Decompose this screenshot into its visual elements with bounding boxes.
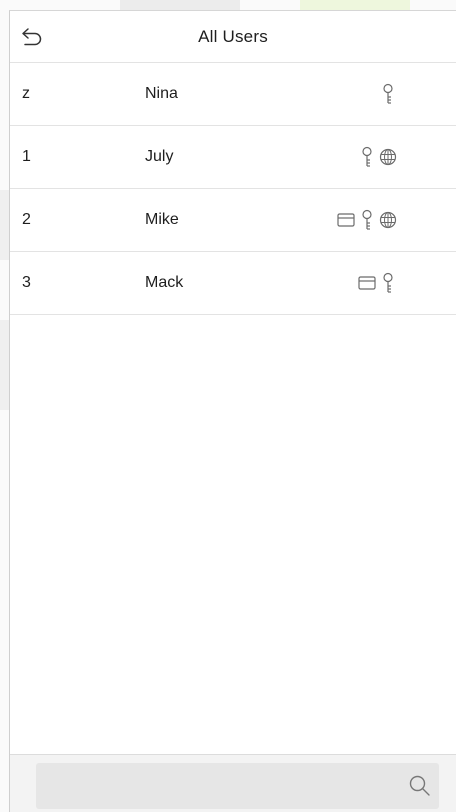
user-id: 2: [22, 211, 31, 228]
user-id: z: [22, 85, 30, 102]
user-row[interactable]: 3 Mack: [10, 252, 456, 315]
search-input[interactable]: [48, 763, 392, 811]
user-id: 1: [22, 148, 31, 165]
user-row[interactable]: z Nina: [10, 63, 456, 126]
user-name: Nina: [145, 85, 178, 102]
user-list: z Nina 1 July 2 Mike 3 Mack: [10, 63, 456, 315]
user-name: Mack: [145, 274, 184, 291]
password-key-icon: [378, 82, 398, 106]
user-name: Mike: [145, 211, 179, 228]
search-field[interactable]: [36, 763, 439, 811]
card-icon: [357, 271, 377, 295]
face-icon: [378, 208, 398, 232]
password-key-icon: [357, 145, 377, 169]
card-icon: [336, 208, 356, 232]
face-icon: [378, 145, 398, 169]
user-row[interactable]: 2 Mike: [10, 189, 456, 252]
verify-methods: [357, 270, 398, 296]
user-id: 3: [22, 274, 31, 291]
device-screen: All Users z Nina 1 July 2 Mike 3 Mack: [9, 10, 456, 812]
page-title: All Users: [198, 27, 268, 46]
verify-methods: [357, 144, 398, 170]
password-key-icon: [378, 271, 398, 295]
search-icon[interactable]: [407, 773, 433, 799]
search-bar: [10, 754, 456, 812]
verify-methods: [336, 207, 398, 233]
user-name: July: [145, 148, 174, 165]
header-bar: All Users: [10, 11, 456, 63]
user-row[interactable]: 1 July: [10, 126, 456, 189]
verify-methods: [378, 81, 398, 107]
password-key-icon: [357, 208, 377, 232]
